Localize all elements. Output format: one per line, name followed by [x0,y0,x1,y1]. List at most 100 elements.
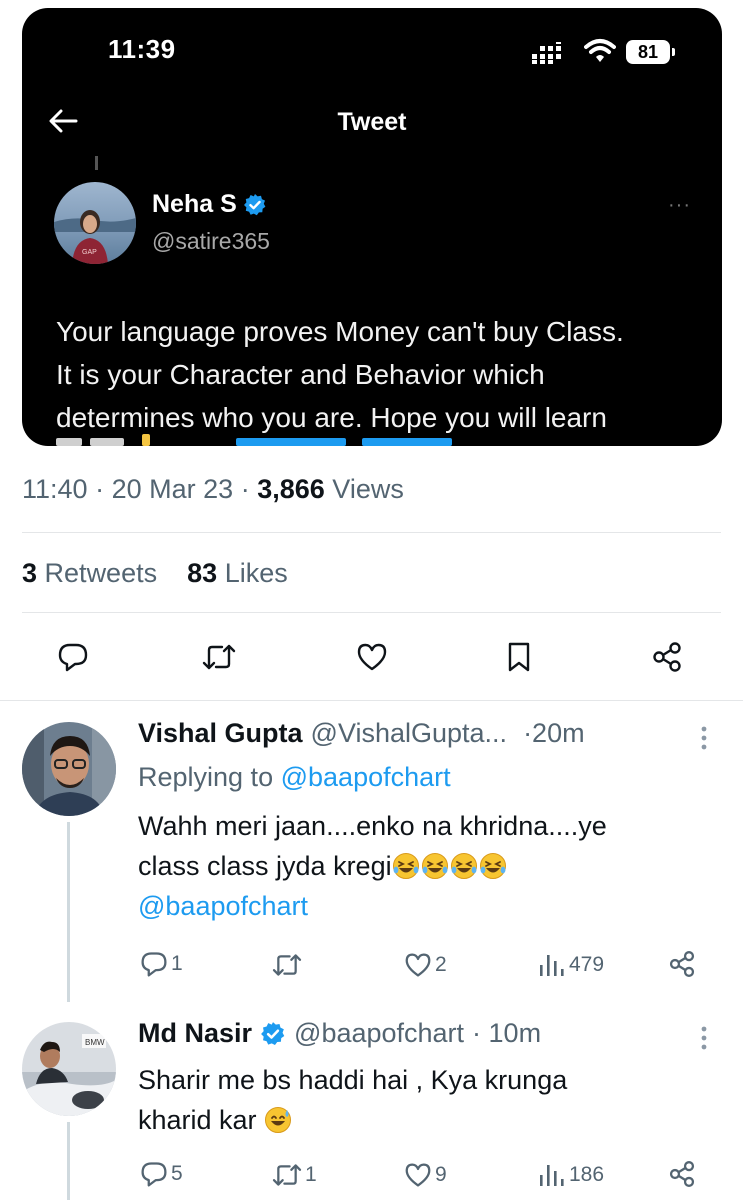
replying-to: Replying to @baapofchart [138,762,451,793]
status-time: 11:39 [108,34,176,64]
retweet-button[interactable] [272,952,305,978]
reply-button[interactable] [56,640,90,674]
reply-time: ·20m [523,718,585,748]
tweet-text-line: It is your Character and Behavior which [56,359,545,390]
engagement-stats: 3 Retweets 83 Likes [22,558,288,589]
views-icon [540,955,564,976]
thread-line [67,1122,70,1200]
reply-text-segment: class class jyda kregi [138,851,392,881]
more-icon[interactable] [700,726,708,750]
laughing-emoji-icon [450,853,477,879]
svg-text:GAP: GAP [82,249,97,256]
retweets-stat[interactable]: 3 Retweets [22,558,157,588]
mention-link[interactable]: @baapofchart [138,886,698,926]
retweet-icon [272,954,302,976]
retweets-label: Retweets [44,558,158,588]
reply-author-handle[interactable]: @baapofchart [294,1018,464,1049]
like-button[interactable]: 9 [404,1162,447,1188]
embedded-tweet-screenshot: 11:39 81 Tweet GAP Neha S @satire365 ···… [22,8,722,446]
share-button[interactable] [668,950,696,978]
reply-text: Wahh meri jaan....enko na khridna....ye … [138,806,698,926]
views-count: 186 [569,1163,605,1186]
laughing-emoji-icon [479,853,506,879]
views-label: Views [332,474,404,504]
share-icon [669,1161,695,1187]
reply-header: Md Nasir @baapofchart · 10m [138,1018,541,1049]
author-name-text: Neha S [152,190,237,218]
likes-count: 83 [187,558,218,588]
bookmark-icon [508,642,530,672]
share-icon [669,951,695,977]
like-count: 2 [435,953,447,976]
more-icon[interactable] [700,1026,708,1050]
avatar[interactable] [22,722,116,816]
reply-text-line-with-emoji: kharid kar [138,1100,698,1140]
likes-stat[interactable]: 83 Likes [187,558,288,588]
views-icon [540,1165,564,1186]
thread-line [95,156,98,170]
author-handle[interactable]: @satire365 [152,228,270,255]
like-button[interactable] [355,640,389,674]
laughing-emoji-group [392,851,508,881]
reply-button[interactable]: 1 [140,950,183,978]
retweet-count: 1 [305,1163,317,1186]
replying-mention-link[interactable]: @baapofchart [281,762,451,792]
retweet-icon [202,644,236,670]
laughing-emoji-icon [421,853,448,879]
tweet-text-line: Your language proves Money can't buy Cla… [56,316,624,347]
like-button[interactable]: 2 [404,952,447,978]
views-button[interactable]: 186 [538,1162,604,1188]
share-button[interactable] [650,640,684,674]
avatar[interactable]: GAP [54,182,136,264]
reply-icon [58,643,88,672]
share-icon [653,642,681,672]
reply-author-name[interactable]: Md Nasir [138,1018,252,1049]
retweet-button[interactable] [202,640,236,674]
avatar[interactable]: BMW [22,1022,116,1116]
reply-count: 1 [171,952,183,975]
reply-text: Sharir me bs haddi hai , Kya krunga khar… [138,1060,698,1140]
verified-icon [261,1021,285,1045]
bookmark-button[interactable] [502,640,536,674]
more-icon[interactable]: ··· [668,194,691,217]
clipped-text-line [56,434,452,446]
reply-text-line: Sharir me bs haddi hai , Kya krunga [138,1065,568,1095]
tweet-text: Your language proves Money can't buy Cla… [56,310,706,439]
like-count: 9 [435,1163,447,1186]
grinning-sweat-emoji [264,1105,293,1135]
divider [0,700,743,701]
retweet-button[interactable]: 1 [272,1162,317,1188]
views-count: 3,866 [257,474,325,504]
grinning-sweat-emoji-icon [265,1107,292,1133]
verified-icon [243,193,266,215]
views-button[interactable]: 479 [538,952,604,978]
retweet-icon [272,1164,302,1186]
tweet-meta: 11:40 · 20 Mar 23 · 3,866 Views [22,474,404,505]
svg-text:BMW: BMW [85,1038,105,1047]
reply-author-name[interactable]: Vishal Gupta [138,718,303,749]
like-icon [357,643,387,671]
separator: · [240,474,250,504]
replying-prefix: Replying to [138,762,274,792]
reply-author-handle[interactable]: @VishalGupta... [311,718,508,749]
reply-icon [141,1162,167,1187]
signal-icon [532,42,561,64]
wifi-icon [584,39,616,62]
views-count: 479 [569,953,605,976]
laughing-emoji-icon [392,853,419,879]
divider [22,532,721,533]
share-button[interactable] [668,1160,696,1188]
separator: · [95,474,105,504]
page-title: Tweet [337,108,407,136]
reply-button[interactable]: 5 [140,1160,183,1188]
retweets-count: 3 [22,558,38,588]
reply-header: Vishal Gupta @VishalGupta... ·20m [138,718,585,749]
battery-indicator: 81 [626,40,675,64]
author-name[interactable]: Neha S [152,190,267,219]
reply-count: 5 [171,1162,183,1185]
tweet-time: 11:40 [22,474,88,504]
reply-icon [141,952,167,977]
reply-text-line: Wahh meri jaan....enko na khridna....ye [138,811,607,841]
divider [22,612,721,613]
like-icon [405,1163,431,1187]
